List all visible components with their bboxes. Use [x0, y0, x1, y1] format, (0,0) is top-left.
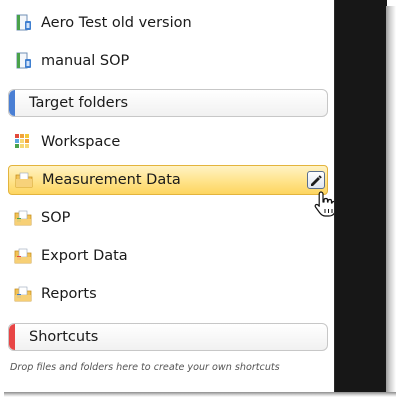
navigation-panel: Aero Test old version manual SOP Target …	[0, 0, 337, 386]
folder-label: Measurement Data	[42, 172, 181, 188]
folder-item-workspace[interactable]: Workspace	[8, 127, 328, 157]
document-label: manual SOP	[41, 53, 130, 69]
document-item-aero-test[interactable]: Aero Test old version	[8, 8, 328, 38]
document-icon	[14, 14, 32, 32]
folder-label: Reports	[41, 286, 97, 302]
section-accent-bar	[9, 324, 15, 350]
section-accent-bar	[9, 90, 15, 116]
window-shadow-right	[386, 6, 396, 397]
shortcuts-header[interactable]: Shortcuts	[8, 323, 328, 351]
folder-green-icon	[14, 209, 32, 227]
folder-icon	[15, 171, 33, 189]
folder-item-measurement-data[interactable]: Measurement Data	[8, 165, 328, 195]
folder-label: Export Data	[41, 248, 128, 264]
document-label: Aero Test old version	[41, 15, 192, 31]
shortcuts-label: Shortcuts	[29, 329, 99, 345]
window-shadow-bottom	[4, 392, 396, 397]
workspace-icon	[14, 133, 32, 151]
folder-item-export-data[interactable]: Export Data	[8, 241, 328, 271]
folder-label: Workspace	[41, 134, 121, 150]
shortcuts-drop-hint: Drop files and folders here to create yo…	[10, 362, 280, 373]
document-item-manual-sop[interactable]: manual SOP	[8, 46, 328, 76]
target-folders-header[interactable]: Target folders	[8, 89, 328, 117]
folder-item-sop[interactable]: SOP	[8, 203, 328, 233]
folder-label: SOP	[41, 210, 71, 226]
folder-red-icon	[14, 247, 32, 265]
document-icon	[14, 52, 32, 70]
folder-blue-icon	[14, 285, 32, 303]
target-folders-label: Target folders	[29, 95, 129, 111]
folder-item-reports[interactable]: Reports	[8, 279, 328, 309]
dark-background-area	[334, 0, 387, 392]
pencil-icon	[311, 175, 322, 186]
edit-pencil-button[interactable]	[307, 171, 325, 189]
